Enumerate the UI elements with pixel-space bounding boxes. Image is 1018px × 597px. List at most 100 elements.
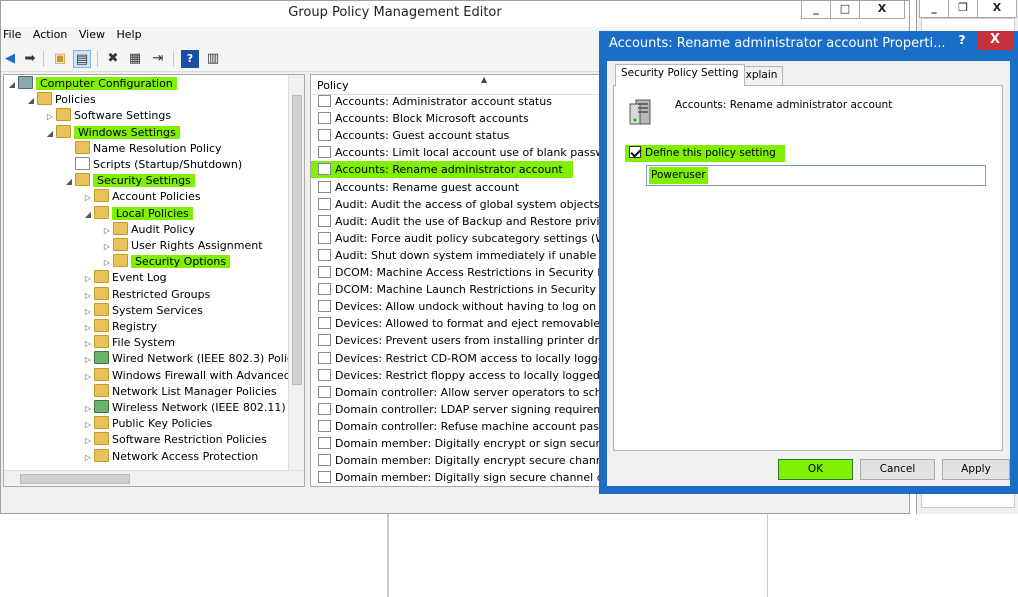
- list-item[interactable]: Audit: Audit the use of Backup and Resto…: [311, 213, 609, 230]
- tree-item[interactable]: ▷ Wired Network (IEEE 802.3) Polici: [82, 351, 296, 367]
- tree-item[interactable]: ◢ Policies: [25, 92, 96, 108]
- menu-help[interactable]: Help: [114, 27, 147, 41]
- close-button[interactable]: X: [859, 1, 905, 19]
- tree-item[interactable]: ▷ Account Policies: [82, 189, 201, 205]
- menu-action[interactable]: Action: [31, 27, 73, 41]
- tab-security-policy-setting[interactable]: Security Policy Setting: [615, 64, 745, 86]
- tree-item[interactable]: ▷ User Rights Assignment: [101, 238, 263, 254]
- scroll-thumb[interactable]: [20, 474, 130, 484]
- tree-expander-icon[interactable]: ▷: [82, 369, 94, 385]
- list-item[interactable]: Devices: Restrict floppy access to local…: [311, 367, 609, 384]
- list-item[interactable]: Domain controller: Refuse machine accoun…: [311, 418, 609, 435]
- list-item-selected[interactable]: Accounts: Rename administrator account: [311, 161, 573, 179]
- tree-item[interactable]: ▷ System Services: [82, 302, 203, 320]
- ok-button[interactable]: OK: [778, 459, 853, 480]
- tree-expander-icon[interactable]: ▷: [82, 352, 94, 368]
- minimize-button[interactable]: _: [919, 0, 949, 18]
- list-item[interactable]: Accounts: Rename guest account: [311, 179, 609, 196]
- tree-expander-icon[interactable]: ▷: [82, 288, 94, 304]
- tree-item[interactable]: ▷ Wireless Network (IEEE 802.11) Po: [82, 400, 302, 416]
- tree-item[interactable]: Scripts (Startup/Shutdown): [63, 157, 242, 173]
- tree-item[interactable]: ◢ Computer Configuration: [6, 76, 177, 92]
- list-item[interactable]: DCOM: Machine Launch Restrictions in Sec…: [311, 281, 609, 298]
- scroll-thumb[interactable]: [292, 95, 302, 385]
- forward-arrow-icon[interactable]: ➡: [21, 50, 39, 68]
- list-item[interactable]: Domain controller: LDAP server signing r…: [311, 401, 609, 418]
- menu-view[interactable]: View: [77, 27, 111, 41]
- cancel-button[interactable]: Cancel: [860, 459, 935, 480]
- tree-item[interactable]: ▷ File System: [82, 335, 175, 351]
- tree-expander-icon[interactable]: ◢: [6, 77, 18, 93]
- tree-item[interactable]: ▷ Audit Policy: [101, 221, 195, 239]
- tree-item[interactable]: ▷ Event Log: [82, 270, 167, 286]
- tree-item[interactable]: ▷ Public Key Policies: [82, 416, 212, 432]
- tree-item[interactable]: ▷ Restricted Groups: [82, 286, 210, 304]
- properties-icon[interactable]: ▦: [126, 50, 144, 68]
- tree-expander-icon[interactable]: ▷: [82, 304, 94, 320]
- list-item[interactable]: Devices: Allowed to format and eject rem…: [311, 315, 609, 332]
- list-item[interactable]: Domain controller: Allow server operator…: [311, 384, 609, 401]
- help-button[interactable]: ?: [949, 31, 975, 50]
- tree-item[interactable]: ▷ Security Options: [101, 254, 231, 271]
- up-folder-icon[interactable]: ▣: [51, 50, 69, 68]
- tree-item[interactable]: ▷ Software Settings: [44, 108, 171, 124]
- list-item[interactable]: Domain member: Digitally sign secure cha…: [311, 469, 609, 486]
- list-item[interactable]: Audit: Audit the access of global system…: [311, 196, 609, 213]
- tree-expander-icon[interactable]: ▷: [82, 320, 94, 336]
- minimize-button[interactable]: _: [801, 1, 831, 19]
- tree-expander-icon[interactable]: ◢: [25, 93, 37, 109]
- tree-expander-icon[interactable]: ▷: [101, 239, 113, 255]
- tree-expander-icon[interactable]: ◢: [44, 126, 56, 142]
- list-item[interactable]: Accounts: Guest account status: [311, 127, 609, 144]
- tree-item[interactable]: ◢ Security Settings: [63, 173, 195, 189]
- tree-expander-icon[interactable]: ▷: [82, 433, 94, 449]
- tree-item[interactable]: ▷ Software Restriction Policies: [82, 432, 267, 448]
- restore-button[interactable]: ❐: [948, 0, 978, 18]
- help-icon[interactable]: ?: [181, 50, 199, 68]
- export-icon[interactable]: ⇥: [149, 50, 167, 68]
- list-item[interactable]: DCOM: Machine Access Restrictions in Sec…: [311, 264, 609, 281]
- view-icon[interactable]: ▥: [204, 50, 222, 68]
- list-item[interactable]: Devices: Prevent users from installing p…: [311, 332, 609, 349]
- list-item[interactable]: Domain member: Digitally encrypt secure …: [311, 452, 609, 469]
- tree-expander-icon[interactable]: ▷: [82, 190, 94, 206]
- tree-item[interactable]: Network List Manager Policies: [82, 383, 277, 400]
- tree-item[interactable]: ▷ Windows Firewall with Advanced: [82, 367, 291, 385]
- tree-item[interactable]: ▷ Network Access Protection: [82, 448, 258, 466]
- tree-expander-icon[interactable]: ▷: [44, 109, 56, 125]
- list-item[interactable]: Devices: Restrict CD-ROM access to local…: [311, 350, 609, 367]
- policy-value-input[interactable]: Poweruser: [646, 165, 986, 186]
- tree-expander-icon[interactable]: ▷: [82, 417, 94, 433]
- list-item[interactable]: Accounts: Administrator account status: [311, 93, 609, 110]
- dialog-close-button[interactable]: X: [977, 31, 1013, 50]
- column-header-policy[interactable]: Policy: [317, 79, 349, 92]
- tree-pane[interactable]: ◢ Computer Configuration ◢ Policies ▷ Softwar…: [3, 74, 305, 487]
- tree-item[interactable]: Name Resolution Policy: [63, 140, 222, 157]
- tree-item[interactable]: ◢ Local Policies: [82, 205, 193, 223]
- show-tree-icon[interactable]: ▤: [73, 50, 91, 68]
- tree-expander-icon[interactable]: ◢: [63, 174, 75, 190]
- maximize-button[interactable]: □: [830, 1, 860, 19]
- tree-expander-icon[interactable]: ▷: [82, 450, 94, 466]
- delete-icon[interactable]: ✖: [104, 50, 122, 68]
- tree-expander-icon[interactable]: ▷: [82, 401, 94, 417]
- tree-expander-icon[interactable]: ◢: [82, 207, 94, 223]
- list-item[interactable]: Audit: Shut down system immediately if u…: [311, 247, 609, 264]
- tree-expander-icon[interactable]: ▷: [82, 271, 94, 287]
- list-item[interactable]: Devices: Allow undock without having to …: [311, 298, 609, 315]
- tree-expander-icon[interactable]: ▷: [82, 336, 94, 352]
- checkbox-checked[interactable]: [629, 146, 641, 158]
- tree-expander-icon[interactable]: ▷: [101, 255, 113, 271]
- list-item[interactable]: Accounts: Block Microsoft accounts: [311, 110, 609, 127]
- close-button[interactable]: X: [977, 0, 1017, 18]
- list-item[interactable]: Accounts: Limit local account use of bla…: [311, 144, 609, 161]
- tree-item[interactable]: ▷ Registry: [82, 319, 157, 335]
- apply-button[interactable]: Apply: [942, 459, 1010, 480]
- back-arrow-icon[interactable]: ◀: [1, 50, 19, 68]
- list-item[interactable]: Domain member: Digitally encrypt or sign…: [311, 435, 609, 452]
- tree-vertical-scrollbar[interactable]: [288, 75, 304, 486]
- tree-expander-icon[interactable]: ▷: [101, 223, 113, 239]
- tree-item[interactable]: ◢ Windows Settings: [44, 124, 180, 142]
- menu-file[interactable]: File: [1, 27, 27, 41]
- policy-list-pane[interactable]: Policy ▲ Accounts: Administrator account…: [310, 74, 610, 487]
